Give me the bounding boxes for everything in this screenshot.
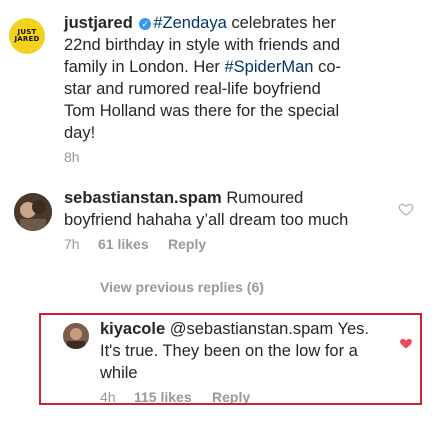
comment-reply-button[interactable]: Reply (168, 236, 206, 252)
commenter-avatar[interactable] (14, 193, 52, 231)
avatar-logo-line2: JARED (14, 35, 40, 43)
view-previous-label: View previous replies (6) (100, 279, 264, 295)
caption-line6: day! (64, 124, 96, 142)
post-caption: justjared ✓ #Zendaya celebrates her 22nd … (64, 12, 424, 144)
comment-text-line2: boyfriend hahaha y’all dream too much (64, 211, 349, 229)
comment-text-part1: Rumoured (221, 189, 304, 207)
hashtag-spiderman[interactable]: #SpiderMan (225, 58, 314, 76)
view-previous-replies-button[interactable]: View previous replies (6) (100, 279, 264, 295)
comment-likes[interactable]: 61 likes (98, 236, 149, 252)
caption-part1: celebrates her (226, 14, 336, 32)
caption-line5: Tom Holland was there for the special (64, 102, 340, 120)
highlight-box (39, 313, 422, 405)
post-username[interactable]: justjared (64, 14, 133, 32)
caption-line4: star and rumored real-life boyfriend (64, 80, 321, 98)
comment-time: 7h (64, 236, 80, 252)
avatar-photo (14, 193, 52, 231)
caption-line2: 22nd birthday in style with friends and (64, 36, 341, 54)
hashtag-zendaya[interactable]: #Zendaya (153, 14, 226, 32)
comment-text: sebastianstan.spam Rumoured boyfriend ha… (64, 187, 394, 231)
post-author-avatar[interactable]: JUST JARED (9, 18, 45, 54)
comment-username[interactable]: sebastianstan.spam (64, 189, 222, 207)
heart-outline-icon[interactable] (398, 201, 414, 217)
caption-line3-b: co- (313, 58, 341, 76)
post-time: 8h (64, 149, 80, 165)
verified-badge-icon: ✓ (139, 18, 152, 30)
caption-line3-a: family in London. Her (64, 58, 225, 76)
